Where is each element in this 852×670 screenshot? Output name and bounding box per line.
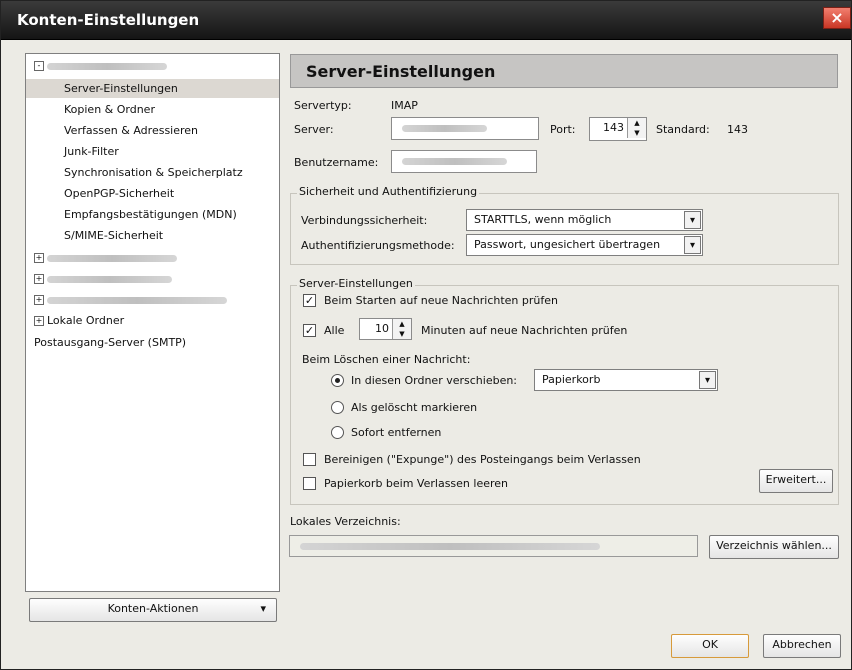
account-node-blurred[interactable]: - <box>34 56 287 75</box>
local-directory-field[interactable] <box>289 535 698 557</box>
local-folders-node[interactable]: + Lokale Ordner <box>34 311 287 330</box>
spin-icon: ▲ ▼ <box>392 319 411 339</box>
account-node-blurred[interactable]: + <box>34 269 287 288</box>
mark-deleted-label: Als gelöscht markieren <box>351 401 478 414</box>
server-type-value: IMAP <box>391 99 418 112</box>
expunge-checkbox[interactable] <box>303 453 316 466</box>
remove-immediately-radio[interactable] <box>331 426 344 439</box>
standard-label: Standard: <box>656 123 710 136</box>
account-settings-window: Konten-Einstellungen × - Server-Einstell… <box>0 0 852 670</box>
title-bar: Konten-Einstellungen × <box>1 1 851 40</box>
empty-trash-checkbox[interactable] <box>303 477 316 490</box>
expunge-label: Bereinigen ("Expunge") des Posteingangs … <box>324 453 641 466</box>
tree-item-junk-filter[interactable]: Junk-Filter <box>26 142 279 161</box>
ok-button[interactable]: OK <box>671 634 749 658</box>
remove-immediately-label: Sofort entfernen <box>351 426 442 439</box>
server-input[interactable] <box>391 117 539 140</box>
username-label: Benutzername: <box>294 156 379 169</box>
check-every-checkbox[interactable]: ✓ <box>303 324 316 337</box>
choose-directory-button[interactable]: Verzeichnis wählen... <box>709 535 839 559</box>
tree-item-smime[interactable]: S/MIME-Sicherheit <box>26 226 279 245</box>
tree-item-compose-addressing[interactable]: Verfassen & Adressieren <box>26 121 279 140</box>
tree-item-copies-folders[interactable]: Kopien & Ordner <box>26 100 279 119</box>
page-title: Server-Einstellungen <box>306 62 496 81</box>
collapse-icon[interactable]: - <box>34 61 44 71</box>
chevron-down-icon: ▾ <box>699 371 716 389</box>
delete-behavior-label: Beim Löschen einer Nachricht: <box>302 353 471 366</box>
spin-icon: ▲ ▼ <box>627 118 646 138</box>
expand-icon[interactable]: + <box>34 316 44 326</box>
server-settings-legend: Server-Einstellungen <box>297 277 415 290</box>
smtp-server-node[interactable]: Postausgang-Server (SMTP) <box>26 333 279 352</box>
account-actions-button[interactable]: Konten-Aktionen ▾ <box>29 598 277 622</box>
local-directory-label: Lokales Verzeichnis: <box>290 515 401 528</box>
security-legend: Sicherheit und Authentifizierung <box>297 185 480 198</box>
connection-security-label: Verbindungssicherheit: <box>301 214 428 227</box>
every-label: Alle <box>324 324 345 337</box>
connection-security-select[interactable]: STARTTLS, wenn möglich ▾ <box>466 209 703 231</box>
close-icon[interactable]: × <box>823 7 851 29</box>
server-type-label: Servertyp: <box>294 99 352 112</box>
dropdown-arrow-icon: ▾ <box>260 602 266 615</box>
minutes-label: Minuten auf neue Nachrichten prüfen <box>421 324 628 337</box>
advanced-button[interactable]: Erweitert... <box>759 469 833 493</box>
tree-item-sync-storage[interactable]: Synchronisation & Speicherplatz <box>26 163 279 182</box>
trash-folder-select[interactable]: Papierkorb ▾ <box>534 369 718 391</box>
cancel-button[interactable]: Abbrechen <box>763 634 841 658</box>
check-on-start-checkbox[interactable]: ✓ <box>303 294 316 307</box>
page-header: Server-Einstellungen <box>290 54 838 88</box>
chevron-down-icon: ▾ <box>684 236 701 254</box>
account-tree: - Server-Einstellungen Kopien & Ordner V… <box>25 53 280 592</box>
username-input[interactable] <box>391 150 537 173</box>
tree-item-server-settings[interactable]: Server-Einstellungen <box>26 79 279 98</box>
expand-icon[interactable]: + <box>34 274 44 284</box>
standard-value: 143 <box>727 123 748 136</box>
move-to-folder-label: In diesen Ordner verschieben: <box>351 374 518 387</box>
mark-deleted-radio[interactable] <box>331 401 344 414</box>
port-stepper[interactable]: 143 ▲ ▼ <box>589 117 647 141</box>
empty-trash-label: Papierkorb beim Verlassen leeren <box>324 477 509 490</box>
tree-item-mdn[interactable]: Empfangsbestätigungen (MDN) <box>26 205 279 224</box>
expand-icon[interactable]: + <box>34 295 44 305</box>
port-label: Port: <box>550 123 576 136</box>
chevron-down-icon: ▾ <box>684 211 701 229</box>
minutes-stepper[interactable]: 10 ▲ ▼ <box>359 318 412 340</box>
auth-method-select[interactable]: Passwort, ungesichert übertragen ▾ <box>466 234 703 256</box>
auth-method-label: Authentifizierungsmethode: <box>301 239 455 252</box>
expand-icon[interactable]: + <box>34 253 44 263</box>
window-title: Konten-Einstellungen <box>17 11 200 29</box>
account-node-blurred[interactable]: + <box>34 290 287 309</box>
check-on-start-label: Beim Starten auf neue Nachrichten prüfen <box>324 294 558 307</box>
move-to-folder-radio[interactable] <box>331 374 344 387</box>
server-label: Server: <box>294 123 334 136</box>
account-node-blurred[interactable]: + <box>34 248 287 267</box>
tree-item-openpgp[interactable]: OpenPGP-Sicherheit <box>26 184 279 203</box>
